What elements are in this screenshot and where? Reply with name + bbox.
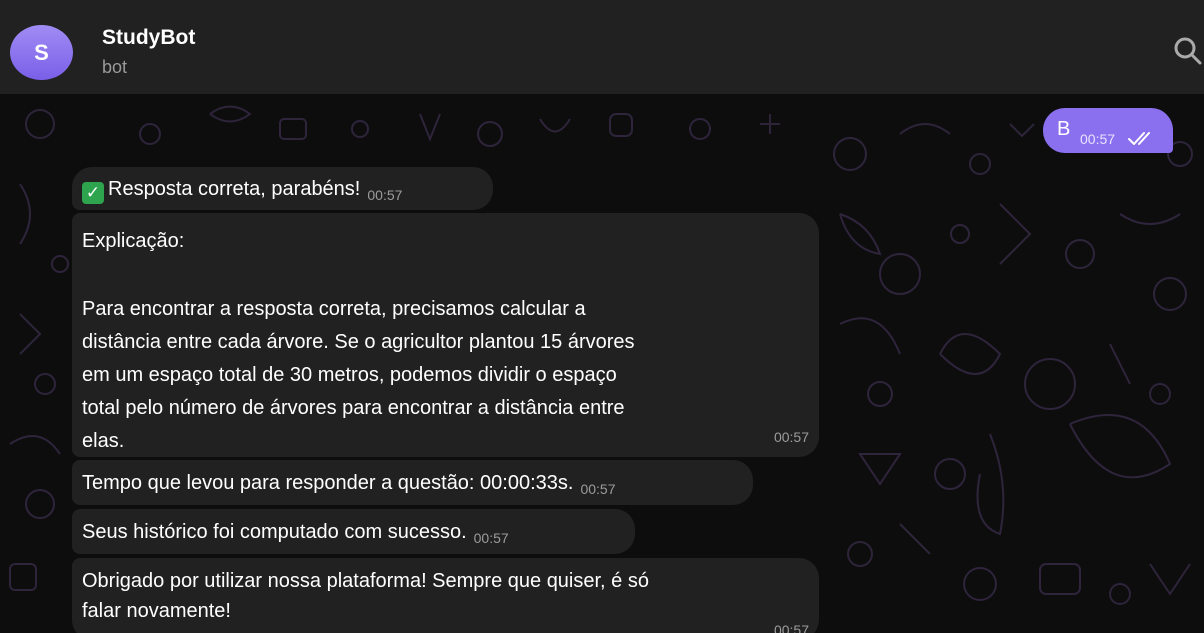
incoming-message[interactable]: ✓ Resposta correta, parabéns! 00:57 (72, 167, 493, 210)
incoming-message[interactable]: Tempo que levou para responder a questão… (72, 460, 753, 505)
message-line: elas. (82, 430, 125, 452)
telegram-chat-window: S StudyBot bot B 00:57 ✓ Resposta corret… (0, 0, 1204, 633)
incoming-message[interactable]: Explicação: Para encontrar a resposta co… (72, 213, 819, 457)
chat-header[interactable]: S StudyBot bot (0, 0, 1204, 94)
message-text: Tempo que levou para responder a questão… (82, 472, 574, 494)
message-line: total pelo número de árvores para encont… (82, 397, 625, 419)
message-time: 00:57 (580, 481, 616, 497)
check-mark-icon: ✓ (82, 182, 104, 204)
message-time: 00:57 (773, 622, 809, 633)
message-text: Seus histórico foi computado com sucesso… (82, 521, 467, 543)
message-time: 00:57 (367, 187, 403, 203)
message-line: Obrigado por utilizar nossa plataforma! … (82, 570, 649, 592)
outgoing-message[interactable]: B 00:57 (1043, 108, 1173, 153)
avatar[interactable]: S (10, 25, 73, 80)
avatar-letter: S (34, 39, 49, 65)
double-check-icon (1128, 132, 1150, 145)
outgoing-message-text: B (1057, 118, 1071, 140)
incoming-message[interactable]: Obrigado por utilizar nossa plataforma! … (72, 558, 819, 633)
message-text: Resposta correta, parabéns! (108, 178, 361, 200)
message-line: Para encontrar a resposta correta, preci… (82, 298, 586, 320)
outgoing-message-time: 00:57 (1080, 131, 1116, 147)
chat-title[interactable]: StudyBot (102, 26, 195, 50)
message-list[interactable]: B 00:57 ✓ Resposta correta, parabéns! 00:5… (0, 94, 1204, 633)
message-line: falar novamente! (82, 600, 231, 622)
message-line (82, 261, 807, 289)
message-time: 00:57 (473, 530, 509, 546)
message-line: em um espaço total de 30 metros, podemos… (82, 364, 617, 386)
message-time: 00:57 (773, 429, 809, 445)
incoming-message[interactable]: Seus histórico foi computado com sucesso… (72, 509, 635, 554)
message-line: distância entre cada árvore. Se o agricu… (82, 331, 635, 353)
search-icon[interactable] (1172, 36, 1204, 66)
message-line: Explicação: (82, 230, 185, 252)
chat-subtitle: bot (102, 57, 128, 77)
